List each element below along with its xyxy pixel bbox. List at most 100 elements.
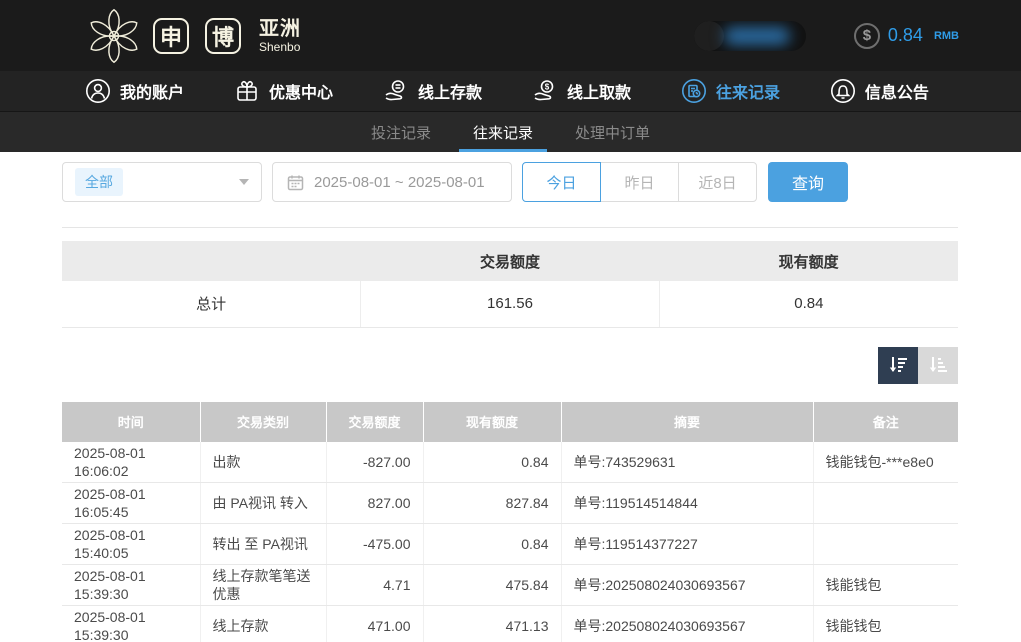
cell-trade-amount: -475.00	[326, 523, 423, 564]
cell-type: 转出 至 PA视讯	[200, 523, 326, 564]
last-8-days-button[interactable]: 近8日	[678, 162, 757, 202]
records-icon	[681, 78, 707, 104]
cell-summary: 单号:202508024030693567	[561, 605, 813, 642]
bell-icon	[830, 78, 856, 104]
balance-amount: 0.84	[888, 25, 923, 46]
today-button[interactable]: 今日	[522, 162, 601, 202]
transaction-type-select[interactable]: 全部	[62, 162, 262, 202]
records-table: 时间 交易类别 交易额度 现有额度 摘要 备注 2025-08-01 16:06…	[62, 402, 958, 642]
yesterday-button[interactable]: 昨日	[600, 162, 679, 202]
user-pill-redacted[interactable]	[694, 21, 806, 51]
cell-summary: 单号:119514377227	[561, 523, 813, 564]
logo-region-en: Shenbo	[259, 41, 301, 53]
table-row: 2025-08-01 16:05:45 由 PA视讯 转入 827.00 827…	[62, 482, 958, 523]
site-logo[interactable]: 申 博 亚洲 Shenbo	[85, 7, 301, 65]
sort-ascending-icon	[927, 354, 949, 376]
cell-type: 线上存款笔笔送优惠	[200, 564, 326, 605]
table-row: 2025-08-01 16:06:02 出款 -827.00 0.84 单号:7…	[62, 442, 958, 483]
sort-ascending-button[interactable]	[918, 347, 958, 384]
col-header-time: 时间	[62, 402, 200, 442]
nav-item-transaction-records[interactable]: 往来记录	[681, 78, 780, 104]
nav-item-label: 优惠中心	[269, 79, 333, 103]
summary-header-current-balance: 现有额度	[659, 241, 958, 281]
summary-total-trade-amount: 161.56	[361, 281, 660, 327]
sort-descending-button[interactable]	[878, 347, 918, 384]
cell-current-balance: 827.84	[423, 482, 561, 523]
selected-type-tag: 全部	[75, 168, 123, 196]
cell-note	[813, 523, 958, 564]
nav-item-label: 线上取款	[567, 79, 631, 103]
nav-item-deposit[interactable]: 线上存款	[383, 78, 482, 104]
cell-time: 2025-08-01 15:39:30	[62, 564, 200, 605]
table-row: 2025-08-01 15:40:05 转出 至 PA视讯 -475.00 0.…	[62, 523, 958, 564]
nav-item-my-account[interactable]: 我的账户	[85, 78, 184, 104]
nav-item-label: 线上存款	[418, 79, 482, 103]
gift-icon	[234, 78, 260, 104]
col-header-type: 交易类别	[200, 402, 326, 442]
cell-current-balance: 475.84	[423, 564, 561, 605]
records-header-row: 时间 交易类别 交易额度 现有额度 摘要 备注	[62, 402, 958, 442]
nav-item-label: 信息公告	[865, 79, 929, 103]
cell-summary: 单号:743529631	[561, 442, 813, 483]
tab-pending-orders[interactable]: 处理中订单	[567, 112, 658, 152]
nav-item-withdraw[interactable]: $ 线上取款	[532, 78, 631, 104]
cell-trade-amount: 827.00	[326, 482, 423, 523]
main-nav: 我的账户 优惠中心 线上存款 $ 线上取款 往	[0, 71, 1021, 112]
content-area: 全部 2025-08-01 ~ 2025-08-01 今日 昨日 近8日 查询	[0, 152, 1021, 642]
col-header-note: 备注	[813, 402, 958, 442]
cell-type: 线上存款	[200, 605, 326, 642]
tab-label: 投注记录	[371, 122, 431, 143]
date-range-input[interactable]: 2025-08-01 ~ 2025-08-01	[272, 162, 512, 202]
user-icon	[85, 78, 111, 104]
subtab-bar: 投注记录 往来记录 处理中订单	[0, 112, 1021, 152]
logo-char-shen: 申	[153, 18, 189, 54]
table-row: 2025-08-01 15:39:30 线上存款笔笔送优惠 4.71 475.8…	[62, 564, 958, 605]
svg-text:$: $	[545, 83, 550, 92]
nav-item-promotions[interactable]: 优惠中心	[234, 78, 333, 104]
cell-trade-amount: 4.71	[326, 564, 423, 605]
section-divider	[62, 227, 958, 228]
quick-range-group: 今日 昨日 近8日	[522, 162, 757, 202]
chevron-down-icon	[239, 179, 249, 185]
date-range-value: 2025-08-01 ~ 2025-08-01	[314, 174, 485, 191]
tab-bet-records[interactable]: 投注记录	[363, 112, 439, 152]
cell-time: 2025-08-01 15:40:05	[62, 523, 200, 564]
cell-current-balance: 471.13	[423, 605, 561, 642]
cell-summary: 单号:202508024030693567	[561, 564, 813, 605]
summary-total-label: 总计	[62, 281, 361, 327]
filter-row: 全部 2025-08-01 ~ 2025-08-01 今日 昨日 近8日 查询	[62, 162, 958, 202]
cell-trade-amount: -827.00	[326, 442, 423, 483]
cell-type: 由 PA视讯 转入	[200, 482, 326, 523]
dollar-circle-icon: $	[854, 23, 880, 49]
summary-table: 交易额度 现有额度 总计 161.56 0.84	[62, 241, 958, 328]
top-header: 申 博 亚洲 Shenbo $ 0.84 RMB	[0, 0, 1021, 71]
search-button[interactable]: 查询	[768, 162, 848, 202]
summary-header-trade-amount: 交易额度	[361, 241, 660, 281]
table-row: 2025-08-01 15:39:30 线上存款 471.00 471.13 单…	[62, 605, 958, 642]
tab-label: 处理中订单	[575, 122, 650, 143]
cell-summary: 单号:119514514844	[561, 482, 813, 523]
summary-header-row: 交易额度 现有额度	[62, 241, 958, 281]
cell-time: 2025-08-01 16:06:02	[62, 442, 200, 483]
tab-transaction-records[interactable]: 往来记录	[465, 112, 541, 152]
redacted-username	[724, 27, 790, 45]
col-header-summary: 摘要	[561, 402, 813, 442]
summary-total-current-balance: 0.84	[659, 281, 958, 327]
logo-char-bo: 博	[205, 18, 241, 54]
cell-type: 出款	[200, 442, 326, 483]
flower-logo-icon	[85, 7, 143, 65]
cell-note: 钱能钱包	[813, 564, 958, 605]
nav-item-label: 我的账户	[120, 79, 184, 103]
calendar-icon	[287, 174, 304, 191]
nav-item-announcements[interactable]: 信息公告	[830, 78, 929, 104]
withdraw-icon: $	[532, 78, 558, 104]
logo-region-cn: 亚洲	[259, 19, 301, 39]
cell-time: 2025-08-01 15:39:30	[62, 605, 200, 642]
cell-current-balance: 0.84	[423, 523, 561, 564]
balance-currency: RMB	[934, 30, 959, 42]
cell-current-balance: 0.84	[423, 442, 561, 483]
col-header-trade-amount: 交易额度	[326, 402, 423, 442]
col-header-current-balance: 现有额度	[423, 402, 561, 442]
nav-item-label: 往来记录	[716, 79, 780, 103]
logo-region: 亚洲 Shenbo	[259, 19, 301, 53]
